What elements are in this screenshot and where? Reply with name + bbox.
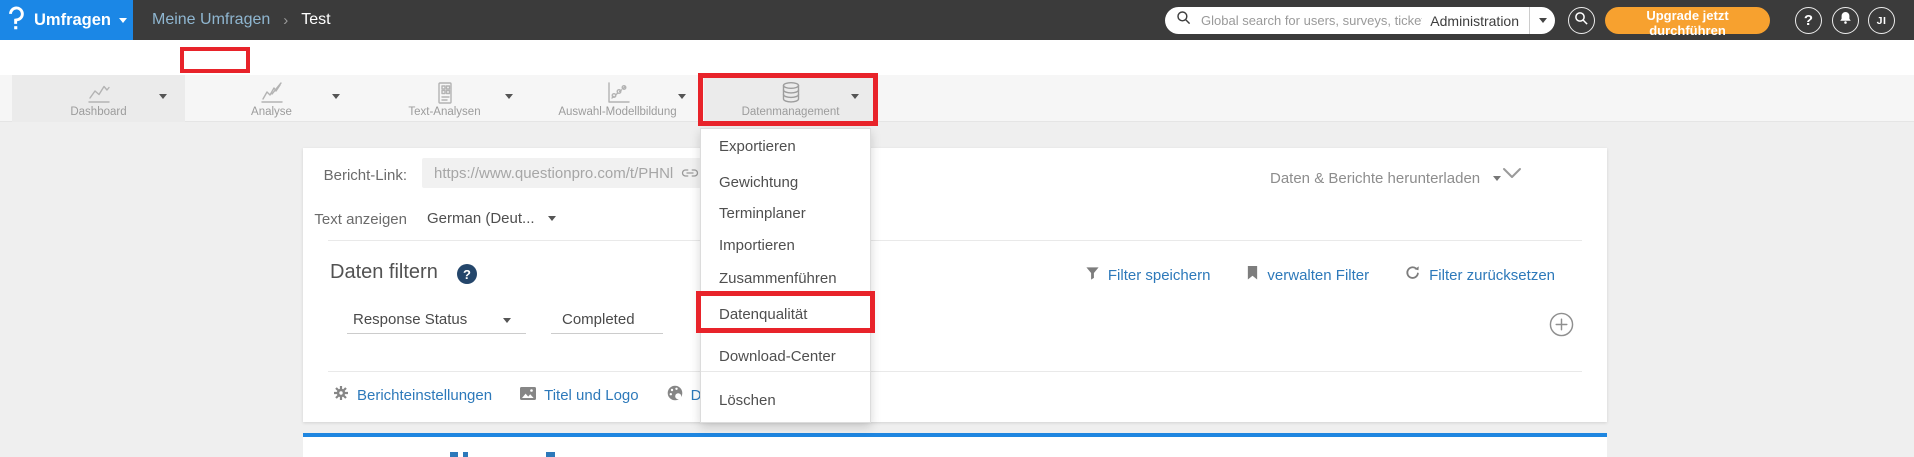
report-settings-link[interactable]: Berichteinstellungen [333,385,492,405]
survey-tab-bar: Bearbeiten Distribution Analyse Integrat… [0,40,1914,75]
chevron-down-icon [1539,18,1547,23]
manage-filter-label: verwalten Filter [1267,267,1369,284]
questionpro-logo-icon [6,5,26,36]
chevron-down-icon [332,94,340,99]
toolbar-item-label: Datenmanagement [704,106,877,118]
report-settings-label: Berichteinstellungen [357,387,492,404]
bell-icon [1838,10,1853,31]
menu-item-loeschen[interactable]: Löschen [701,392,870,409]
breadcrumb-parent-link[interactable]: Meine Umfragen [152,11,270,29]
toolbar-item-label: Auswahl-Modellbildung [531,106,704,118]
menu-item-gewichtung[interactable]: Gewichtung [701,174,870,191]
image-icon [520,387,536,404]
toolbar-item-label: Dashboard [12,106,185,118]
reset-icon [1405,265,1421,285]
toolbar-item-text-analysen[interactable]: Text-Analysen [358,75,531,122]
language-label: Text anzeigen [303,211,407,228]
filter-actions: Filter speichern verwalten Filter Filter… [1085,265,1555,285]
toolbar-item-label: Analyse [185,106,358,118]
menu-item-exportieren[interactable]: Exportieren [701,138,870,155]
reset-filter-link[interactable]: Filter zurücksetzen [1405,265,1555,285]
search-scope-caret[interactable] [1529,7,1555,34]
report-link-input[interactable] [422,158,704,188]
save-filter-label: Filter speichern [1108,267,1211,284]
download-reports-label: Daten & Berichte herunterladen [1270,170,1480,187]
bookmark-icon [1246,265,1259,285]
clipped-text-fragment [463,452,468,457]
download-reports-dropdown[interactable]: Daten & Berichte herunterladen [1270,170,1501,187]
reset-filter-label: Filter zurücksetzen [1429,267,1555,284]
link-icon[interactable] [681,165,699,186]
menu-item-zusammenfuehren[interactable]: Zusammenführen [701,270,870,287]
menu-item-datenqualitaet[interactable]: Datenqualität [701,306,870,323]
notifications-button[interactable] [1832,7,1859,34]
menu-item-download-center[interactable]: Download-Center [701,348,870,365]
search-icon [1176,10,1192,31]
toolbar-item-datenmanagement[interactable]: Datenmanagement [704,75,877,122]
chevron-down-icon [1493,176,1501,181]
product-menu-label: Umfragen [34,11,111,30]
product-menu-button[interactable]: Umfragen [0,0,133,40]
language-value: German (Deut... [427,210,535,227]
user-avatar[interactable]: JI [1868,7,1895,34]
chevron-down-icon[interactable] [503,318,511,323]
language-dropdown[interactable]: German (Deut... [427,210,556,227]
add-filter-button[interactable] [1549,312,1574,342]
toolbar-item-auswahl-modellbildung[interactable]: Auswahl-Modellbildung [531,75,704,122]
palette-icon [667,385,683,405]
menu-item-terminplaner[interactable]: Terminplaner [701,205,870,222]
report-card: Bericht-Link: Daten & Berichte herunterl… [303,148,1607,422]
section-divider [328,371,1582,372]
global-search-input[interactable] [1199,12,1424,29]
chevron-down-icon [851,94,859,99]
help-button[interactable]: ? [1795,7,1822,34]
chevron-down-icon [678,94,686,99]
underline [347,333,526,334]
next-section-card [303,437,1607,457]
report-footer-links: Berichteinstellungen Titel und Logo Desi… [333,385,758,405]
collapse-section-button[interactable] [1501,166,1523,185]
clipped-text-fragment [546,452,555,457]
toolbar-item-analyse[interactable]: Analyse [185,75,358,122]
menu-divider [701,371,870,372]
manage-filter-link[interactable]: verwalten Filter [1246,265,1369,285]
toolbar-item-label: Text-Analysen [358,106,531,118]
filter-section-title: Daten filtern [330,261,438,284]
title-logo-label: Titel und Logo [544,387,639,404]
chevron-down-icon [505,94,513,99]
status-value-dropdown[interactable]: Completed [562,311,635,328]
chevron-down-icon [119,18,127,23]
title-logo-link[interactable]: Titel und Logo [520,387,639,404]
section-divider [328,240,1582,241]
upgrade-button[interactable]: Upgrade jetzt durchführen [1605,7,1770,34]
filter-funnel-icon [1085,266,1100,285]
datenmanagement-dropdown-menu: Exportieren Gewichtung Terminplaner Impo… [700,128,871,423]
page: Umfragen Meine Umfragen › Test Administr… [0,0,1914,457]
help-icon[interactable]: ? [457,264,477,284]
underline [551,333,663,334]
breadcrumb: Meine Umfragen › Test [152,0,331,40]
toolbar-item-dashboard[interactable]: Dashboard [12,75,185,122]
search-scope-selector[interactable]: Administration [1430,13,1519,29]
chevron-down-icon [548,216,556,221]
report-link-label: Bericht-Link: [303,167,407,184]
search-submit-button[interactable] [1568,7,1595,34]
response-status-dropdown[interactable]: Response Status [353,311,467,328]
analysis-toolbar: Dashboard Analyse Text-Analysen [0,75,1914,122]
clipped-text-fragment [450,452,458,457]
search-icon [1574,11,1589,31]
global-search-bar: Administration [1165,7,1555,34]
menu-item-importieren[interactable]: Importieren [701,237,870,254]
top-bar: Umfragen Meine Umfragen › Test Administr… [0,0,1914,40]
breadcrumb-separator: › [283,12,288,29]
breadcrumb-current: Test [301,11,330,29]
save-filter-link[interactable]: Filter speichern [1085,265,1211,285]
toolbar-items: Dashboard Analyse Text-Analysen [12,75,877,122]
chevron-down-icon [159,94,167,99]
gear-icon [333,385,349,405]
